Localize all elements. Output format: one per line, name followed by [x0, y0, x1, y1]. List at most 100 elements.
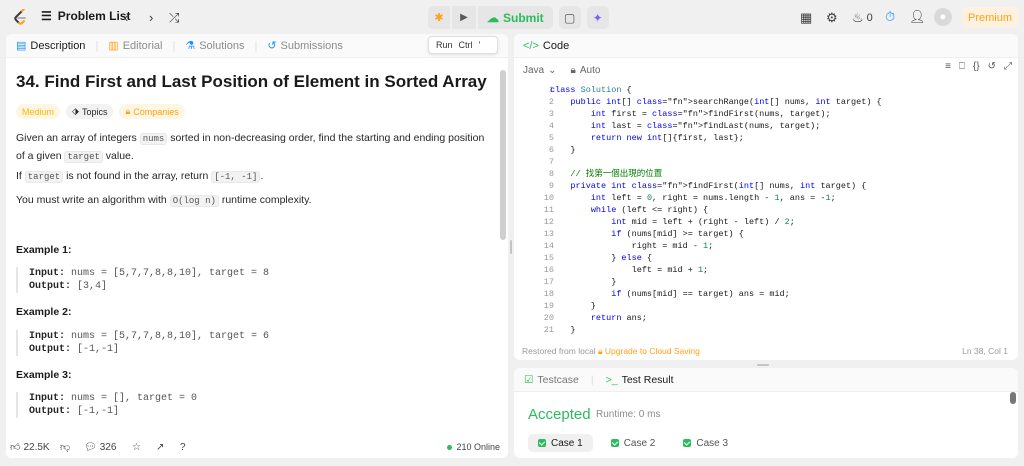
upgrade-label: Upgrade to Cloud Saving — [604, 346, 700, 356]
premium-button[interactable]: Premium — [962, 7, 1018, 28]
check-icon — [538, 439, 546, 447]
code-tab[interactable]: </> Code — [514, 34, 1018, 58]
top-bar: ☰ Problem List ‹ › ⤮ ✱ ▶ ☁ Submit ▢ ✦ ▦ … — [0, 0, 1024, 34]
like-button[interactable]: 👍︎ 22.5K — [10, 441, 50, 454]
avatar[interactable]: ● — [934, 8, 952, 26]
companies-label: Companies — [133, 106, 179, 117]
help-icon[interactable]: ? — [180, 442, 186, 453]
case-label: Case 1 — [551, 437, 583, 449]
thumbs-down-icon[interactable]: 👎︎ — [60, 441, 70, 453]
star-icon[interactable]: ☆ — [132, 442, 141, 453]
horizontal-resize-handle[interactable] — [757, 364, 769, 366]
description-paragraph-3: You must write an algorithm with O(log n… — [16, 192, 312, 210]
topics-label: Topics — [81, 106, 108, 117]
bookmark-icon[interactable]: ⎕ — [959, 61, 965, 72]
code-line: class Solution { — [550, 85, 632, 95]
code-line: } — [550, 301, 596, 311]
code-editor[interactable]: class Solution { public int[] class="fn"… — [550, 84, 882, 336]
problem-list-button[interactable]: ☰ Problem List — [41, 9, 130, 23]
desc-text: . — [260, 170, 264, 182]
comments-button[interactable]: 💬︎ 326 — [84, 442, 116, 453]
tooltip-run: Run — [436, 40, 453, 50]
tab-test-result[interactable]: >_ Test Result — [606, 374, 674, 386]
tab-description[interactable]: ▤ Description — [16, 39, 85, 53]
terminal-icon: >_ — [605, 373, 618, 386]
output-label: Output: — [29, 406, 72, 417]
share-icon[interactable]: ↗ — [156, 442, 164, 453]
fullscreen-icon[interactable]: ⤢ — [1004, 61, 1012, 72]
tab-submissions[interactable]: ↺ Submissions — [267, 39, 343, 53]
layout-icon[interactable]: ▦ — [800, 10, 812, 26]
add-user-icon[interactable]: 👤︎ — [909, 9, 926, 25]
code-line: } — [550, 325, 576, 335]
streak-counter[interactable]: ♨ 0 — [852, 10, 873, 26]
description-footer: 👍︎ 22.5K 👎︎ 💬︎ 326 ☆ ↗ ? 210 Online — [6, 436, 508, 458]
lock-icon: 🔒︎ — [125, 106, 131, 116]
thumbs-up-icon: 👍︎ — [10, 442, 21, 453]
submit-button[interactable]: ☁ Submit — [478, 6, 553, 29]
braces-icon[interactable]: {} — [973, 61, 980, 72]
case-tab[interactable]: Case 2 — [601, 434, 666, 452]
case-label: Case 2 — [623, 437, 656, 449]
shuffle-icon[interactable]: ⤮ — [169, 10, 179, 26]
tab-label: Test Result — [621, 373, 674, 386]
gear-icon[interactable]: ⚙ — [826, 10, 838, 26]
leetcode-logo-icon[interactable] — [12, 9, 28, 26]
code-tab-label: Code — [542, 39, 570, 52]
code-line: return ans; — [590, 313, 647, 323]
comment-count: 326 — [99, 441, 117, 453]
prev-problem-icon[interactable]: ‹ — [124, 10, 128, 25]
reset-icon[interactable]: ↺ — [988, 61, 996, 72]
example-title: Example 1: — [16, 244, 72, 256]
desc-text: You must write an algorithm with — [16, 194, 170, 206]
difficulty-badge: Medium — [16, 104, 61, 119]
submit-label: Submit — [503, 10, 544, 25]
inline-code: target — [24, 171, 64, 183]
next-problem-icon[interactable]: › — [149, 10, 153, 25]
companies-badge[interactable]: 🔒︎ Companies — [119, 104, 185, 119]
desc-text: runtime complexity. — [218, 194, 312, 206]
result-scrollbar[interactable] — [1010, 392, 1016, 404]
tooltip-ctrl: Ctrl — [458, 40, 473, 50]
tab-divider: | — [254, 39, 258, 52]
description-paragraph-2: If target is not found in the array, ret… — [16, 168, 263, 186]
case-label: Case 3 — [696, 437, 729, 449]
run-button[interactable]: ▶ — [452, 6, 476, 29]
sparkle-icon: ✦ — [592, 10, 603, 25]
run-shortcut-tooltip: Run Ctrl ' — [428, 36, 498, 54]
debug-button[interactable]: ✱ — [428, 6, 450, 29]
code-line: } — [550, 277, 617, 287]
restored-text: Restored from local — [522, 346, 596, 356]
ai-button[interactable]: ✦ — [586, 6, 609, 29]
play-icon: ▶ — [460, 12, 468, 23]
output-label: Output: — [29, 344, 72, 355]
code-line: int left = 0, right = nums.length - 1, a… — [590, 193, 836, 203]
note-icon: ▢ — [564, 10, 576, 25]
output-label: Output: — [29, 281, 72, 292]
tab-testcase[interactable]: ☑ Testcase — [524, 374, 579, 386]
notes-button[interactable]: ▢ — [558, 6, 581, 29]
problem-badges: Medium ⬗ Topics 🔒︎ Companies — [16, 104, 185, 119]
timer-icon[interactable]: ⏱ — [885, 9, 895, 25]
language-select[interactable]: Java ⌄ — [523, 65, 557, 76]
tab-editorial[interactable]: ▥ Editorial — [108, 39, 162, 53]
code-line: right = mid - 1; — [550, 241, 714, 251]
code-line: left = mid + 1; — [550, 265, 709, 275]
tab-solutions[interactable]: ⚗ Solutions — [185, 39, 244, 53]
code-line: int mid = left + (right - left) / 2; — [611, 217, 795, 227]
case-tab[interactable]: Case 1 — [528, 434, 593, 452]
description-scrollbar[interactable] — [500, 70, 506, 240]
example-block: Input: nums = [5,7,7,8,8,10], target = 6… — [16, 330, 456, 356]
input-label: Input: — [29, 268, 66, 279]
editor-toolbar: Java ⌄ 🔒︎ Auto — [523, 62, 600, 78]
code-line: public int[] class="fn">searchRange(int[… — [570, 97, 882, 107]
history-icon: ↺ — [267, 40, 277, 52]
vertical-resize-handle[interactable] — [510, 240, 512, 254]
upgrade-link[interactable]: 🔒︎ Upgrade to Cloud Saving — [598, 346, 700, 357]
topics-badge[interactable]: ⬗ Topics — [66, 104, 114, 119]
case-tab[interactable]: Case 3 — [673, 434, 738, 452]
format-icon[interactable]: ≡ — [945, 61, 951, 72]
auto-mode[interactable]: 🔒︎ Auto — [571, 65, 601, 76]
example-title: Example 3: — [16, 369, 72, 381]
